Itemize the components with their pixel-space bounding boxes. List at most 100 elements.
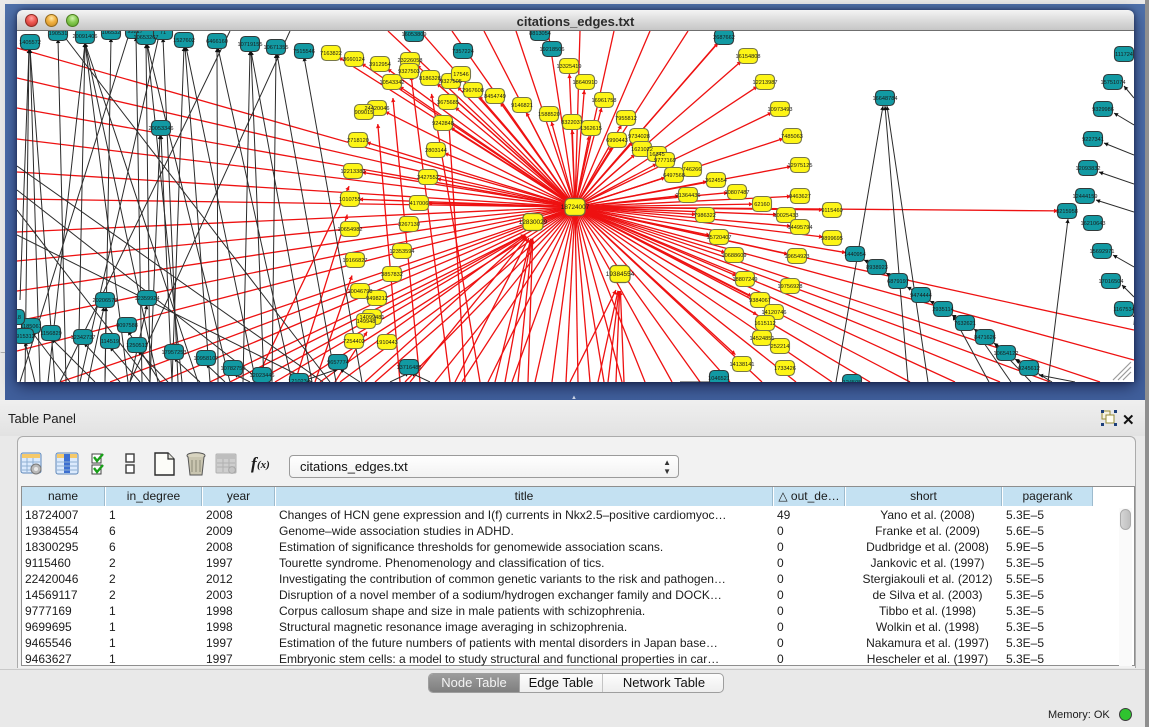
svg-text:106532: 106532: [102, 31, 121, 36]
svg-text:10025433: 10025433: [774, 213, 799, 219]
svg-text:7515546: 7515546: [293, 49, 315, 55]
svg-text:12353594: 12353594: [390, 249, 415, 255]
svg-text:2718120: 2718120: [347, 138, 369, 144]
svg-text:12975125: 12975125: [788, 163, 813, 169]
svg-text:3427552: 3427552: [417, 175, 439, 181]
svg-text:7986322: 7986322: [694, 213, 716, 219]
svg-text:2687662: 2687662: [713, 35, 735, 41]
svg-text:9657774: 9657774: [327, 360, 349, 366]
svg-text:19166827: 19166827: [343, 258, 368, 264]
svg-text:114519: 114519: [101, 339, 119, 345]
svg-text:7254402: 7254402: [343, 339, 365, 345]
svg-text:3915312: 3915312: [17, 334, 35, 340]
svg-text:19384554: 19384554: [606, 271, 635, 278]
svg-text:19654923: 19654923: [785, 254, 810, 260]
svg-text:6879197: 6879197: [887, 279, 909, 285]
svg-text:1250513: 1250513: [126, 343, 148, 349]
svg-text:9734028: 9734028: [628, 134, 650, 140]
svg-text:12342737: 12342737: [71, 335, 96, 341]
svg-text:17016504: 17016504: [1099, 279, 1124, 285]
svg-text:23226058: 23226058: [398, 58, 423, 64]
svg-text:9777169: 9777169: [654, 158, 676, 164]
svg-text:9115460: 9115460: [821, 208, 842, 214]
svg-text:746266: 746266: [683, 167, 702, 173]
svg-text:1405572: 1405572: [19, 40, 41, 46]
svg-text:12444159: 12444159: [1073, 194, 1098, 200]
svg-text:12359924: 12359924: [135, 296, 160, 302]
svg-text:417006: 417006: [410, 201, 429, 207]
svg-text:15720407: 15720407: [707, 235, 732, 241]
svg-text:10782759: 10782759: [221, 366, 246, 372]
svg-text:6466160: 6466160: [206, 39, 228, 45]
svg-text:16961758: 16961758: [592, 98, 617, 104]
svg-text:1185061: 1185061: [20, 324, 41, 330]
svg-text:1010755: 1010755: [339, 197, 361, 203]
svg-text:14495794: 14495794: [788, 225, 813, 231]
svg-text:9498212: 9498212: [366, 296, 388, 302]
svg-text:20206578: 20206578: [93, 298, 118, 304]
svg-text:17546: 17546: [453, 72, 469, 78]
svg-text:111724: 111724: [1115, 52, 1133, 58]
svg-text:10654122: 10654122: [994, 351, 1019, 357]
svg-text:1362615: 1362615: [580, 126, 602, 132]
svg-text:18640910: 18640910: [573, 80, 598, 86]
svg-text:1156829: 1156829: [40, 331, 61, 337]
svg-text:10688609: 10688609: [722, 253, 747, 259]
svg-text:15692971: 15692971: [1090, 249, 1115, 255]
svg-text:3215958: 3215958: [1056, 209, 1078, 215]
svg-text:1046521: 1046521: [708, 376, 730, 382]
svg-text:17957253: 17957253: [162, 350, 187, 356]
svg-text:13716485: 13716485: [397, 365, 422, 371]
svg-text:9474444: 9474444: [910, 293, 932, 299]
svg-text:3675685: 3675685: [437, 100, 459, 106]
svg-text:8660124: 8660124: [343, 57, 365, 63]
svg-text:9146821: 9146821: [511, 103, 533, 109]
svg-text:1210234: 1210234: [288, 379, 310, 382]
svg-text:9227341: 9227341: [1082, 137, 1104, 143]
svg-text:20053346: 20053346: [149, 126, 174, 132]
svg-text:6497568: 6497568: [663, 173, 685, 179]
svg-text:1167534: 1167534: [1113, 307, 1134, 313]
svg-text:12023446: 12023446: [250, 373, 275, 379]
svg-text:10973493: 10973493: [768, 107, 793, 113]
svg-text:7955812: 7955812: [615, 116, 637, 122]
svg-text:2803144: 2803144: [425, 148, 447, 154]
svg-text:190531: 190531: [49, 31, 68, 37]
svg-text:16154808: 16154808: [736, 54, 761, 60]
svg-text:9118: 9118: [17, 315, 21, 321]
svg-text:3624554: 3624554: [705, 178, 727, 184]
svg-text:9899695: 9899695: [821, 236, 843, 242]
svg-text:9327503: 9327503: [398, 69, 420, 75]
svg-text:16053809: 16053809: [402, 32, 427, 38]
svg-text:1588520: 1588520: [538, 112, 560, 118]
svg-text:10046798: 10046798: [348, 289, 373, 295]
svg-text:12213987: 12213987: [753, 80, 778, 86]
svg-text:10807487: 10807487: [725, 190, 750, 196]
svg-text:10543342: 10543342: [380, 80, 405, 86]
svg-text:8471626: 8471626: [974, 335, 996, 341]
svg-text:3857832: 3857832: [381, 272, 403, 278]
svg-text:12093832: 12093832: [1076, 166, 1101, 172]
svg-text:71: 71: [160, 31, 166, 36]
svg-text:1527602: 1527602: [173, 38, 195, 44]
svg-text:6990443: 6990443: [606, 138, 628, 144]
svg-text:13325419: 13325419: [557, 64, 582, 70]
svg-text:20091406: 20091406: [73, 34, 98, 40]
svg-text:10958107: 10958107: [194, 356, 219, 362]
svg-text:14524851: 14524851: [750, 336, 775, 342]
svg-text:2967608: 2967608: [462, 88, 484, 94]
svg-text:19756928: 19756928: [778, 284, 803, 290]
svg-text:10671355: 10671355: [264, 45, 289, 51]
svg-text:8454749: 8454749: [484, 94, 506, 100]
svg-text:10654982: 10654982: [338, 227, 363, 233]
svg-text:(x): (x): [257, 459, 270, 471]
svg-text:1615112: 1615112: [754, 321, 775, 327]
svg-text:9329986: 9329986: [1092, 107, 1114, 113]
svg-text:2935114: 2935114: [932, 307, 953, 313]
svg-text:149948: 149948: [357, 319, 376, 325]
svg-text:9245612: 9245612: [1018, 366, 1040, 372]
svg-text:10653267: 10653267: [134, 35, 159, 41]
svg-text:18724007: 18724007: [561, 204, 590, 211]
svg-text:18807249: 18807249: [733, 277, 758, 283]
svg-text:1733426: 1733426: [774, 366, 796, 372]
